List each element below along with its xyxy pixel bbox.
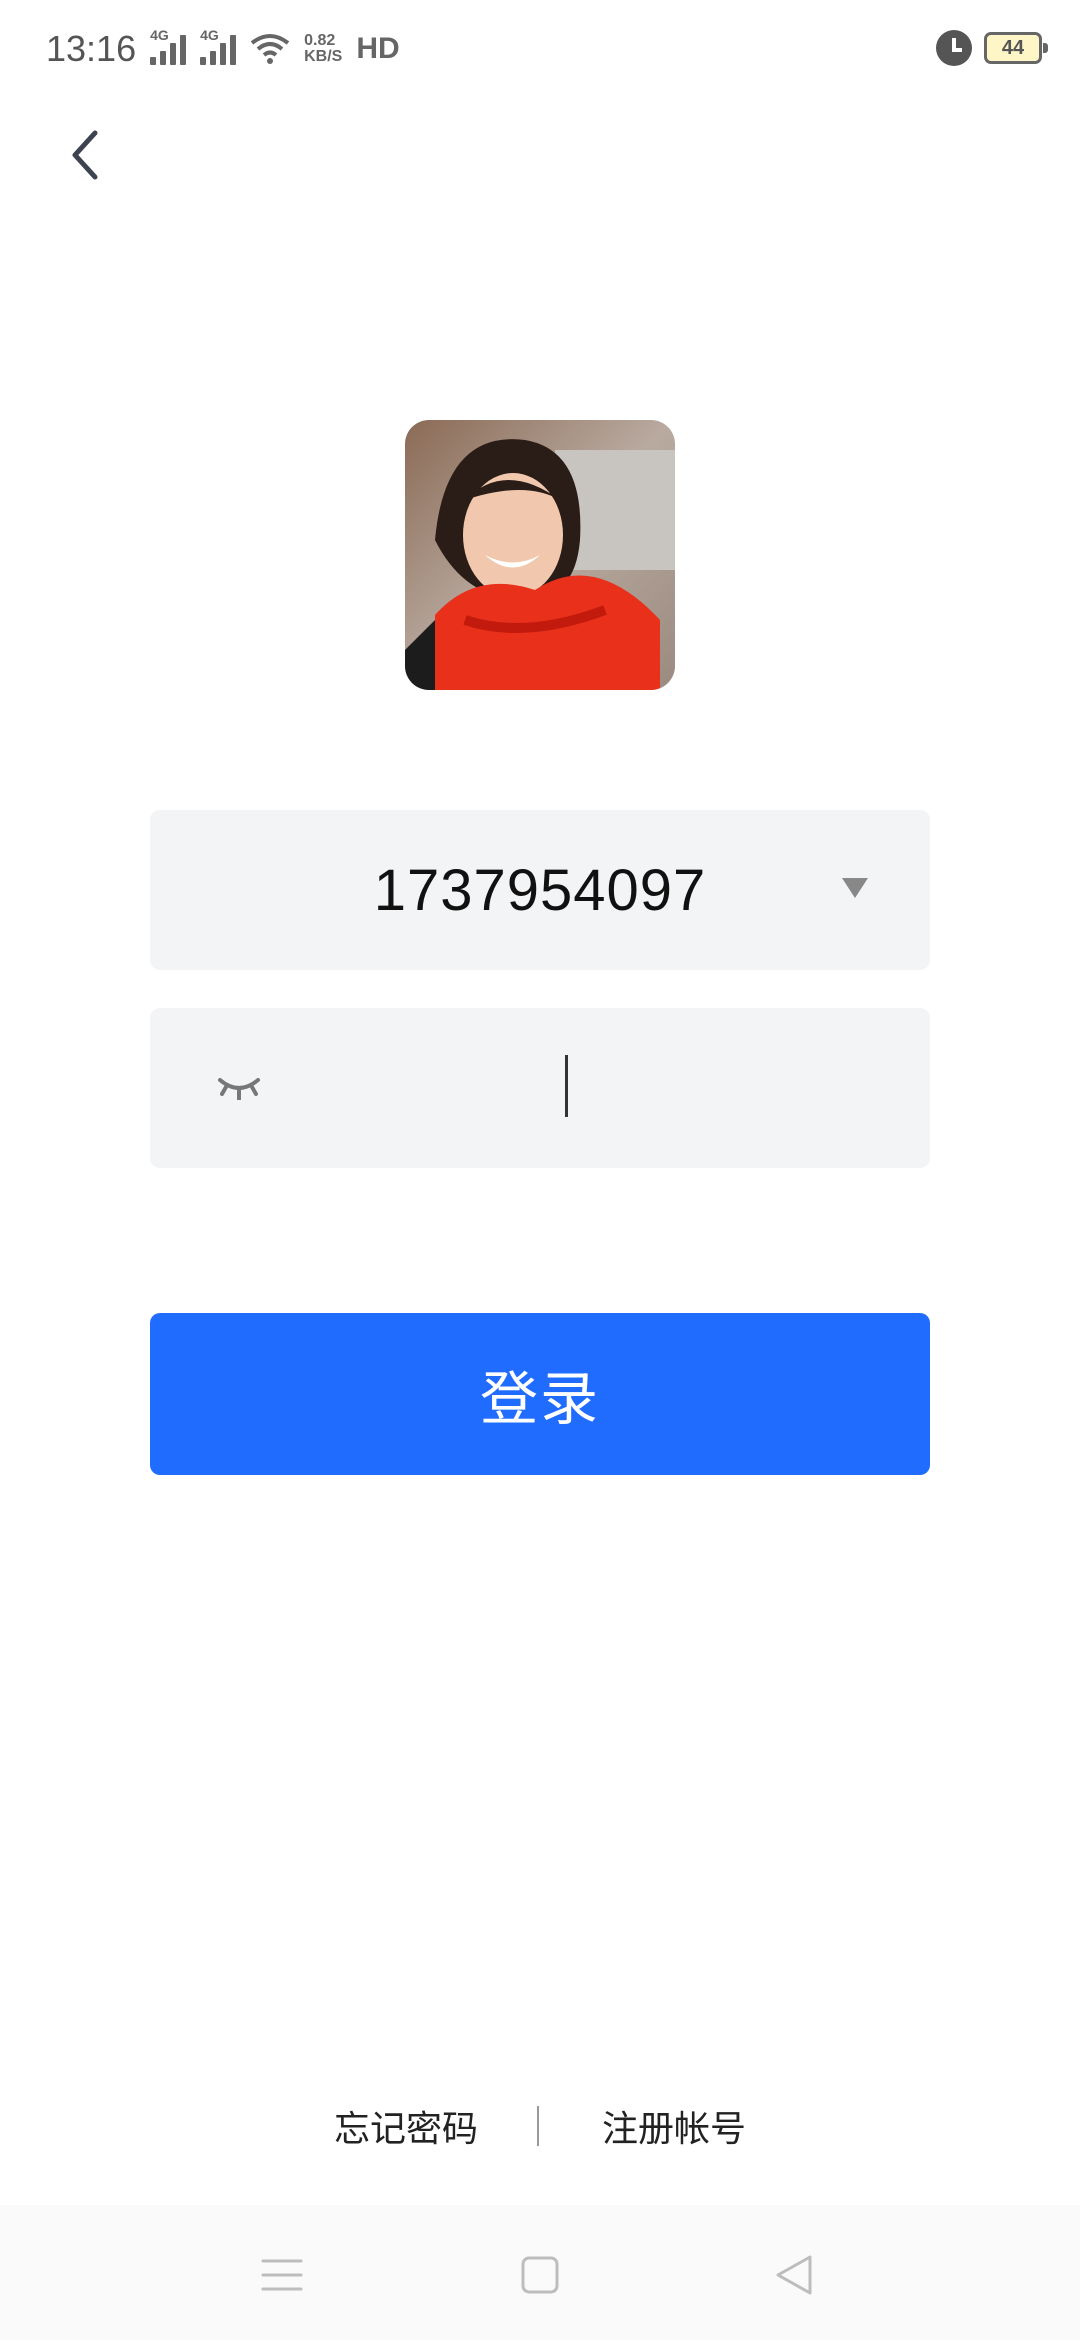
login-button-label: 登录 xyxy=(479,1367,600,1432)
register-account-link[interactable]: 注册帐号 xyxy=(602,2100,746,2152)
hd-indicator: HD xyxy=(356,32,400,65)
forgot-password-link[interactable]: 忘记密码 xyxy=(334,2100,478,2152)
net-speed-value: 0.82 xyxy=(304,32,336,49)
account-value: 1737954097 xyxy=(373,857,707,923)
status-left: 13:16 4G 4G 0.82 KB/S HD xyxy=(46,27,400,70)
net-speed: 0.82 KB/S xyxy=(304,33,342,65)
account-field[interactable]: 1737954097 xyxy=(150,810,930,970)
back-button[interactable] xyxy=(40,110,130,200)
signal-tag: 4G xyxy=(150,27,169,43)
navigation-bar xyxy=(0,2205,1080,2340)
signal-tag: 4G xyxy=(200,27,219,43)
password-field[interactable] xyxy=(150,1008,930,1168)
avatar-photo xyxy=(405,420,675,690)
battery-level: 44 xyxy=(1001,36,1025,59)
battery-icon: 44 xyxy=(984,32,1048,64)
eye-closed-icon[interactable] xyxy=(216,1074,262,1100)
login-button[interactable]: 登录 xyxy=(150,1313,930,1475)
status-right: 44 xyxy=(936,30,1048,66)
alarm-icon xyxy=(936,30,972,66)
home-icon[interactable] xyxy=(515,2253,565,2297)
status-bar: 13:16 4G 4G 0.82 KB/S HD 44 xyxy=(0,0,1080,110)
status-time: 13:16 xyxy=(46,28,137,69)
bottom-links: 忘记密码 注册帐号 xyxy=(0,2094,1080,2154)
signal-icon: 4G xyxy=(150,27,187,65)
text-cursor xyxy=(565,1055,568,1117)
wifi-icon xyxy=(250,34,290,64)
triangle-down-icon[interactable] xyxy=(842,878,868,898)
net-speed-unit: KB/S xyxy=(304,48,343,65)
link-separator xyxy=(537,2106,539,2146)
avatar xyxy=(405,420,675,690)
chevron-left-icon xyxy=(72,130,98,180)
signal-icon: 4G xyxy=(200,27,237,65)
back-icon[interactable] xyxy=(770,2253,820,2297)
menu-icon[interactable] xyxy=(257,2253,307,2297)
